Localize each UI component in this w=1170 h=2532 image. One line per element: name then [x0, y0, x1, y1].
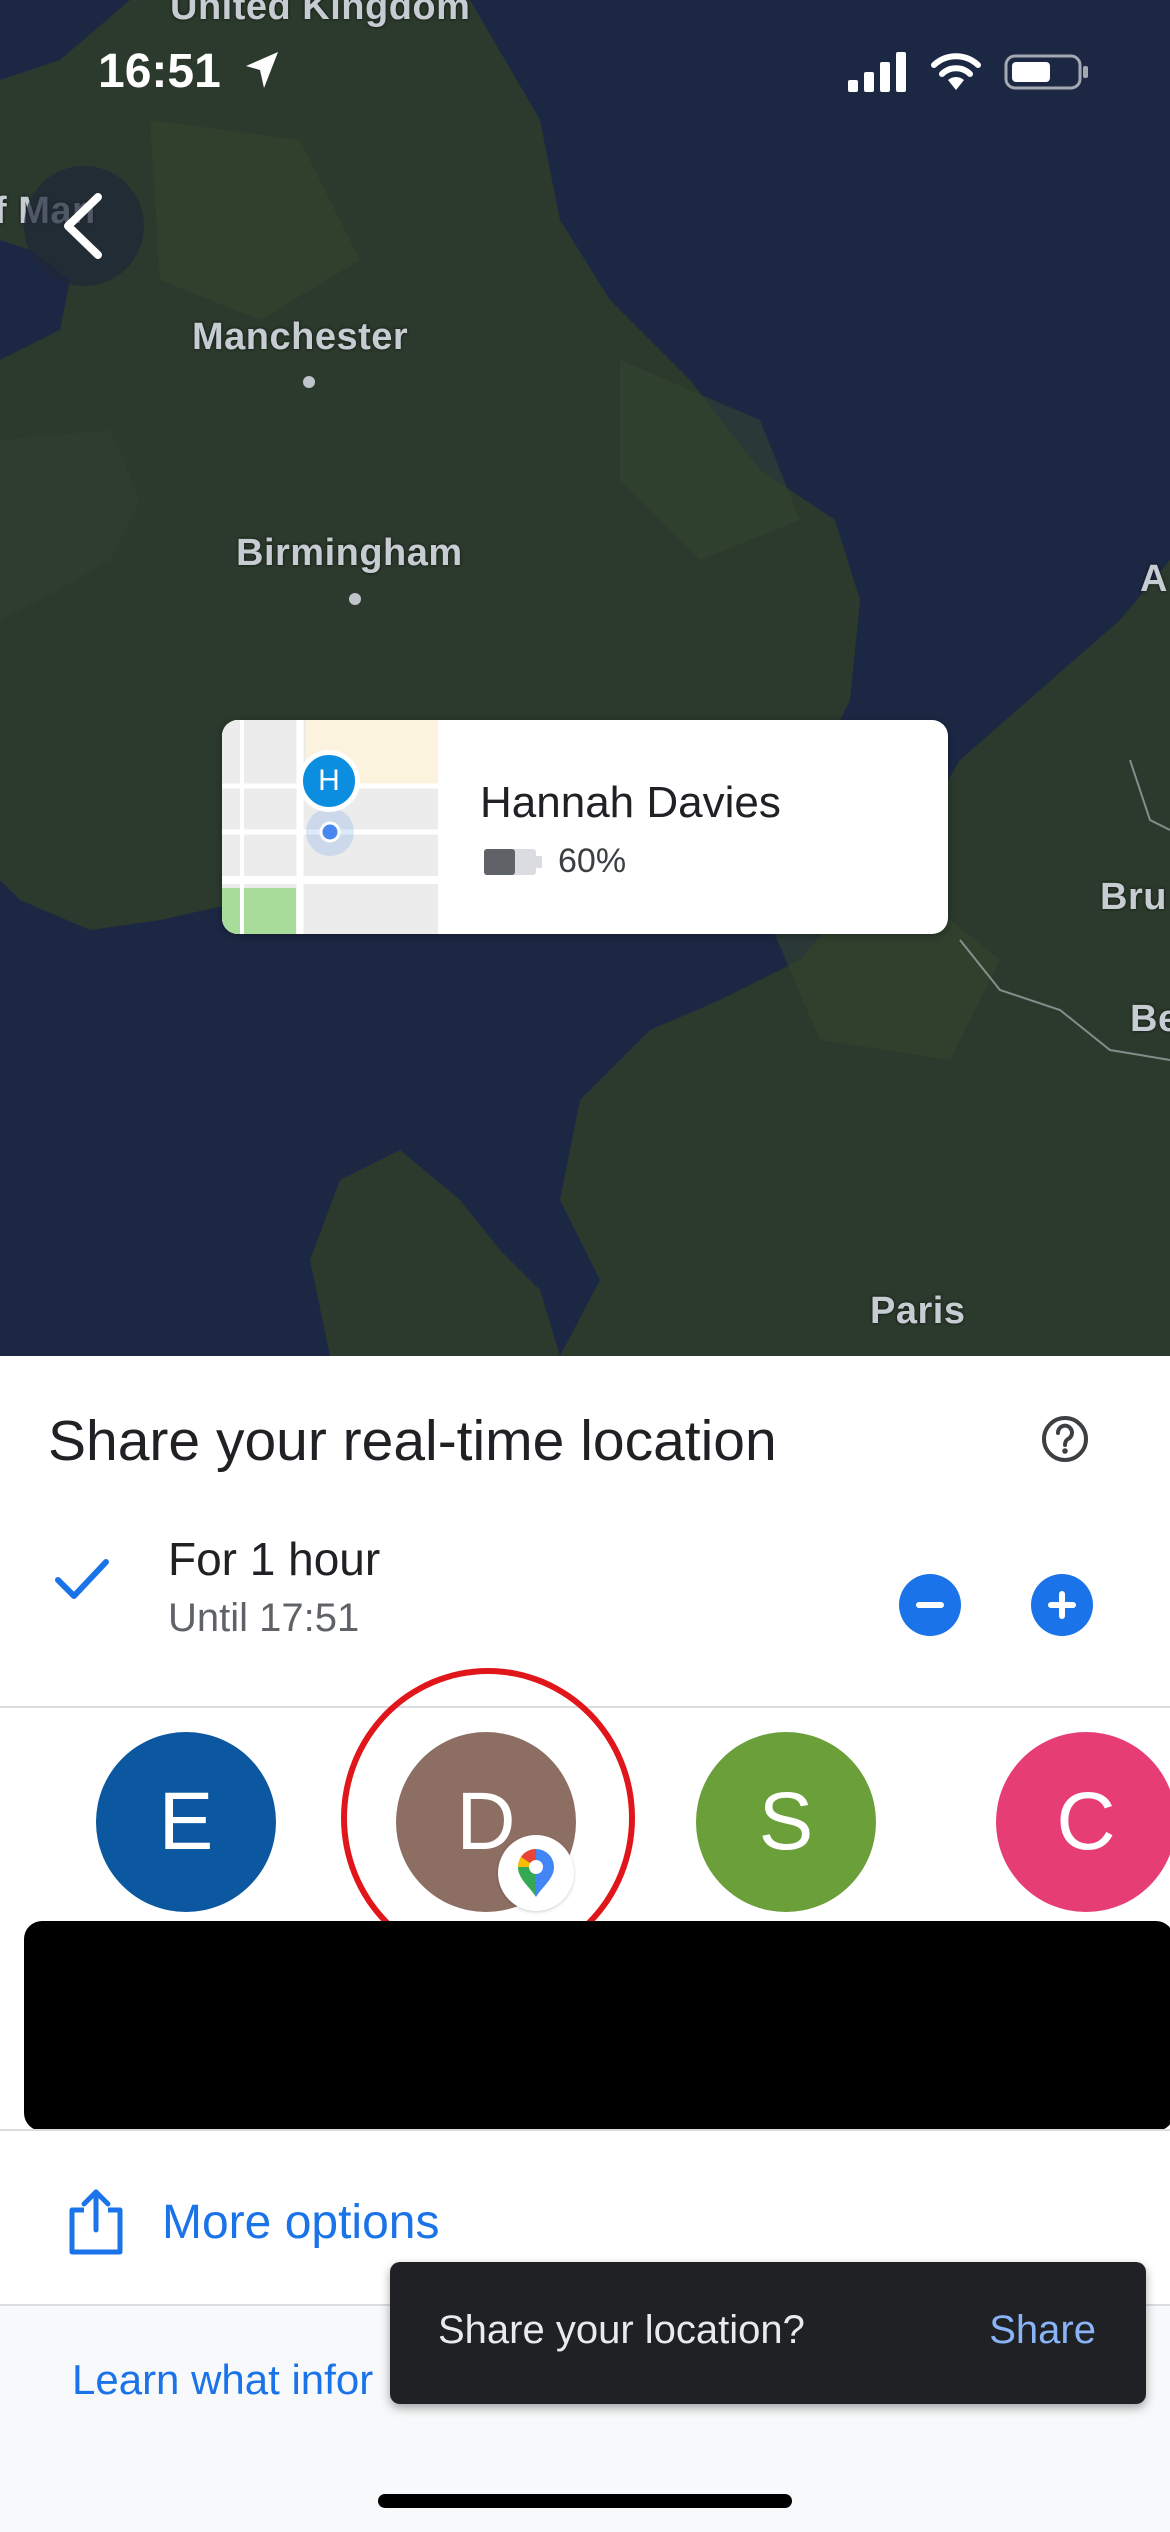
battery-percentage: 60%	[558, 842, 627, 880]
decrease-duration-button[interactable]	[899, 1574, 961, 1636]
plus-icon	[1048, 1591, 1076, 1619]
toast-message: Share your location?	[438, 2308, 805, 2352]
map-view[interactable]: United Kingdom f Man Manchester Birmingh…	[0, 0, 1170, 1356]
location-arrow-icon	[246, 52, 278, 88]
contact-avatar-e[interactable]: E	[96, 1732, 276, 1912]
battery-level-icon	[484, 848, 542, 875]
map-label-birmingham: Birmingham	[236, 532, 463, 574]
map-label-belgium: Be	[1130, 998, 1170, 1040]
redacted-block	[24, 1921, 1170, 2131]
map-label-united-kingdom: United Kingdom	[170, 0, 471, 28]
home-indicator[interactable]	[378, 2494, 792, 2508]
back-button[interactable]	[24, 166, 144, 286]
map-label-brussels: Bru	[1100, 876, 1167, 918]
more-options-label: More options	[162, 2195, 440, 2249]
chevron-left-icon	[64, 193, 102, 259]
map-label-amsterdam: A	[1140, 558, 1168, 600]
cellular-signal-icon	[848, 52, 906, 92]
map-landmass	[0, 0, 1170, 1356]
city-dot	[349, 593, 361, 605]
person-name: Hannah Davies	[480, 778, 781, 827]
toast-share-button[interactable]: Share	[989, 2308, 1096, 2353]
learn-more-link[interactable]: Learn what infor	[72, 2356, 373, 2404]
minus-icon	[916, 1602, 944, 1608]
person-location-card[interactable]: H Hannah Davies 60%	[222, 720, 948, 934]
share-location-sheet: Share your real-time location For 1 hour…	[0, 1356, 1170, 2532]
status-icons	[848, 52, 1090, 92]
map-label-paris: Paris	[870, 1290, 966, 1332]
increase-duration-button[interactable]	[1031, 1574, 1093, 1636]
duration-until: Until 17:51	[168, 1596, 360, 1640]
help-circle-icon[interactable]	[1040, 1414, 1090, 1464]
person-map-pin-avatar: H	[298, 750, 360, 812]
wifi-icon	[931, 53, 981, 90]
share-location-toast: Share your location? Share	[390, 2262, 1146, 2404]
sheet-title: Share your real-time location	[48, 1409, 777, 1473]
city-dot	[303, 376, 315, 388]
map-label-manchester: Manchester	[192, 316, 409, 358]
battery-status: 60%	[484, 842, 626, 881]
contact-avatar-c[interactable]: C	[996, 1732, 1170, 1912]
divider	[0, 2129, 1170, 2131]
duration-title[interactable]: For 1 hour	[168, 1532, 380, 1586]
contact-avatar-s[interactable]: S	[696, 1732, 876, 1912]
mini-map: H	[222, 720, 438, 934]
check-icon	[55, 1559, 109, 1599]
battery-icon	[1004, 54, 1088, 90]
more-options-button[interactable]: More options	[68, 2188, 439, 2256]
share-icon	[69, 2189, 123, 2255]
status-time: 16:51	[98, 45, 221, 98]
